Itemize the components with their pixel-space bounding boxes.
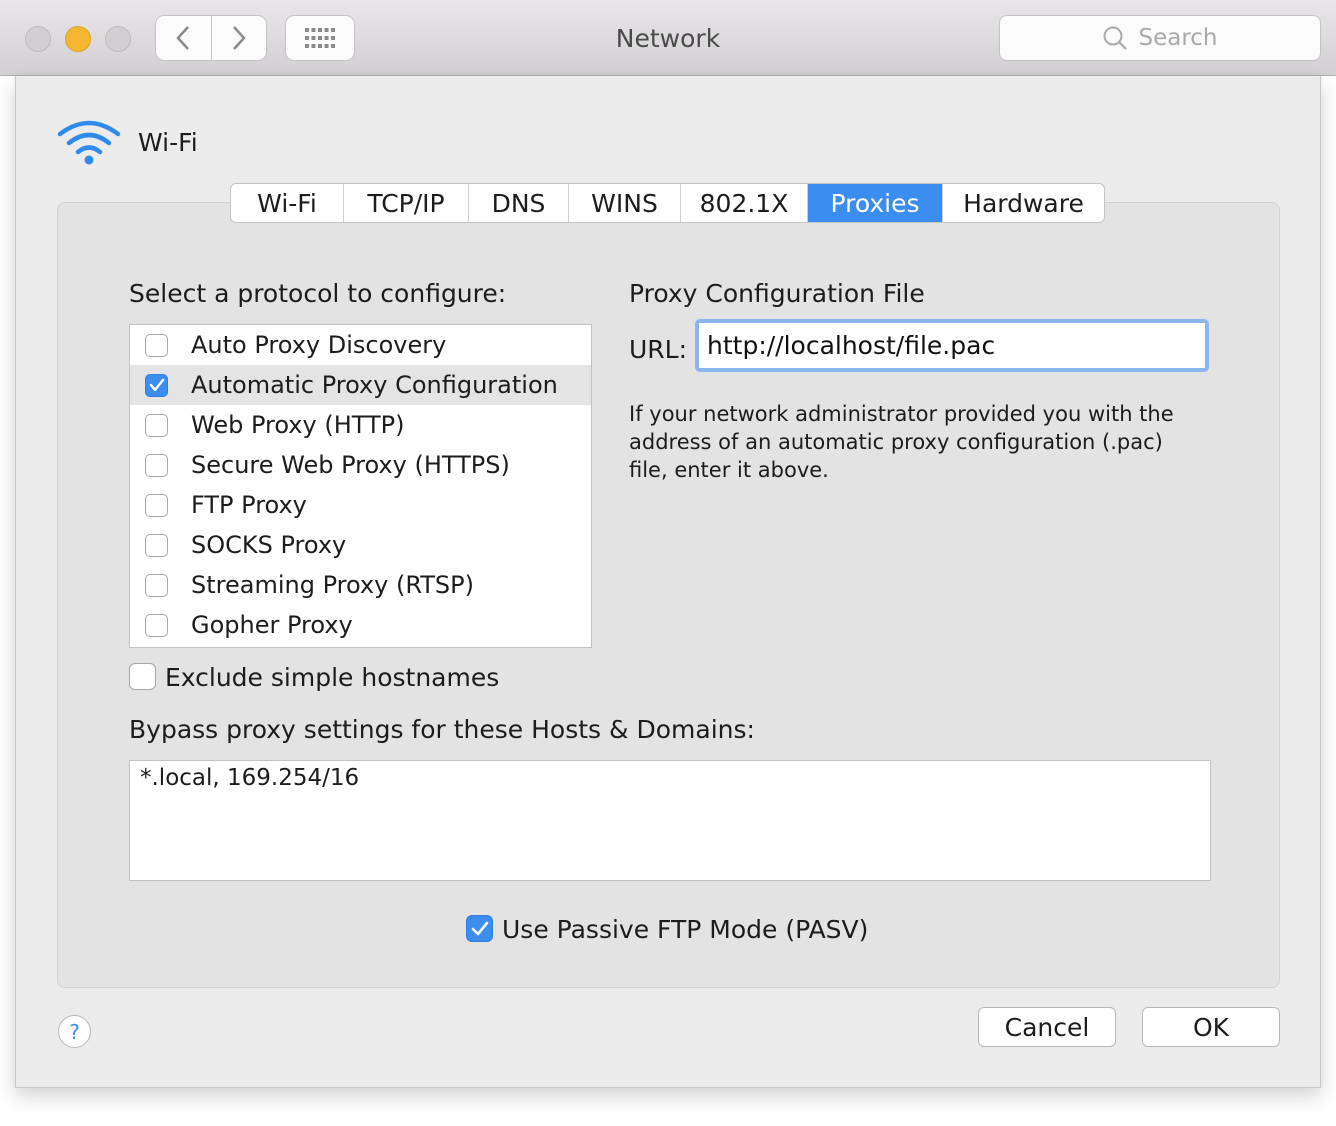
protocol-checkbox[interactable] [145,413,168,437]
protocol-item[interactable]: SOCKS Proxy [130,525,591,565]
cancel-button[interactable]: Cancel [978,1007,1116,1047]
checkmark-icon [471,921,488,935]
protocol-item[interactable]: Auto Proxy Discovery [130,325,591,365]
protocol-item[interactable]: Automatic Proxy Configuration [130,365,591,405]
tab-proxies[interactable]: Proxies [807,184,942,222]
protocol-checkbox[interactable] [145,333,168,357]
protocol-label: SOCKS Proxy [191,531,347,559]
search-field[interactable]: Search [999,15,1321,61]
pac-heading: Proxy Configuration File [629,279,925,308]
tab-wins[interactable]: WINS [568,184,680,222]
protocol-item[interactable]: Secure Web Proxy (HTTPS) [130,445,591,485]
title-bar: Network Search [0,0,1336,76]
protocol-checkbox[interactable] [145,373,168,397]
service-name: Wi-Fi [138,128,198,157]
search-icon [1103,26,1128,50]
passive-ftp-label: Use Passive FTP Mode (PASV) [502,915,869,944]
protocol-label: Secure Web Proxy (HTTPS) [191,451,510,479]
url-label: URL: [629,335,688,364]
protocol-checkbox[interactable] [145,573,168,597]
pac-help-text: If your network administrator provided y… [629,402,1174,482]
protocol-list[interactable]: Auto Proxy Discovery Automatic Proxy Con… [129,324,592,648]
protocol-item[interactable]: Web Proxy (HTTP) [130,405,591,445]
passive-ftp-checkbox[interactable] [466,915,493,942]
protocol-item[interactable]: FTP Proxy [130,485,591,525]
bypass-label: Bypass proxy settings for these Hosts & … [129,715,755,744]
protocol-checkbox[interactable] [145,613,168,637]
exclude-simple-hostnames-label: Exclude simple hostnames [165,663,500,692]
checkmark-icon [149,378,164,392]
tab-hardware[interactable]: Hardware [942,184,1104,222]
exclude-simple-hostnames-checkbox[interactable] [129,663,156,690]
tab-bar: Wi-Fi TCP/IP DNS WINS 802.1X Proxies Har… [230,183,1105,223]
protocol-checkbox[interactable] [145,533,168,557]
protocol-label: Gopher Proxy [191,611,353,639]
protocol-label: Web Proxy (HTTP) [191,411,405,439]
protocol-label: Automatic Proxy Configuration [191,371,558,399]
protocol-label: FTP Proxy [191,491,307,519]
protocol-item[interactable]: Streaming Proxy (RTSP) [130,565,591,605]
proxy-settings-sheet: Wi-Fi Wi-Fi TCP/IP DNS WINS 802.1X Proxi… [15,76,1321,1088]
help-button[interactable]: ? [58,1015,91,1048]
tab-8021x[interactable]: 802.1X [680,184,807,222]
tab-tcpip[interactable]: TCP/IP [343,184,468,222]
protocol-checkbox[interactable] [145,453,168,477]
protocol-label: Auto Proxy Discovery [191,331,447,359]
protocol-checkbox[interactable] [145,493,168,517]
protocol-heading: Select a protocol to configure: [129,279,507,308]
wifi-icon [57,120,121,165]
pac-url-input[interactable]: http://localhost/file.pac [695,319,1209,372]
ok-button[interactable]: OK [1142,1007,1280,1047]
protocol-label: Streaming Proxy (RTSP) [191,571,474,599]
bypass-hosts-textarea[interactable]: *.local, 169.254/16 [129,760,1211,881]
tab-dns[interactable]: DNS [468,184,568,222]
tab-wifi[interactable]: Wi-Fi [231,184,343,222]
search-placeholder: Search [1138,25,1218,51]
protocol-item[interactable]: Gopher Proxy [130,605,591,645]
